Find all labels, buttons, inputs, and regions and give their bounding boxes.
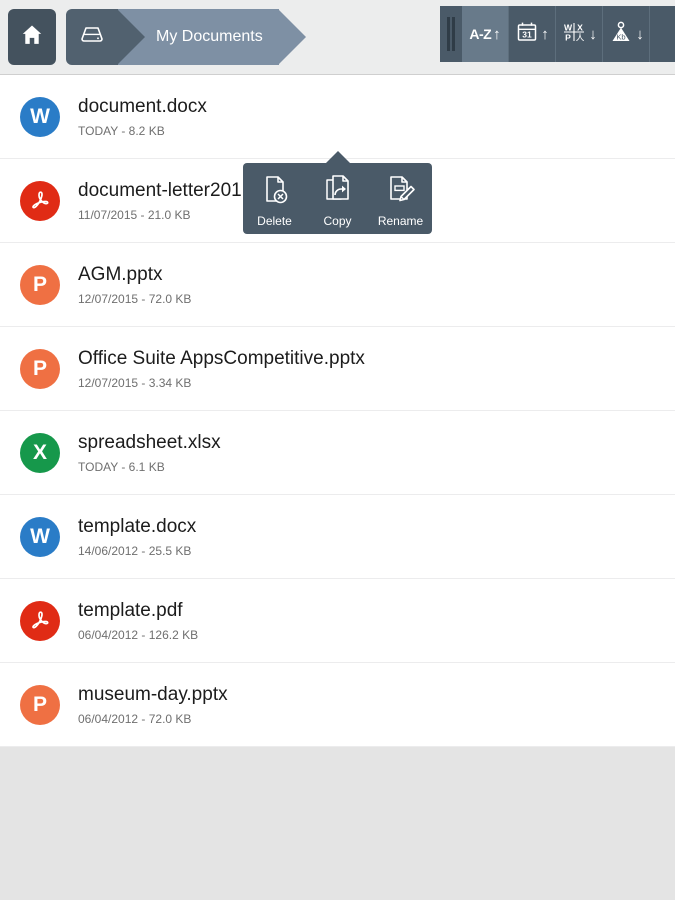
weight-size-icon: Kb [608,20,634,49]
file-item-text: Office Suite AppsCompetitive.pptx 12/07/2… [78,347,365,390]
sort-toolbar: A-Z ↑ 31 ↑ W X P 人 ↓ Kb ↓ [440,6,675,62]
breadcrumb-item-drive[interactable] [66,9,145,65]
drag-handle-icon[interactable] [440,6,462,62]
file-item-text: template.pdf 06/04/2012 - 126.2 KB [78,599,198,642]
file-item-text: spreadsheet.xlsx TODAY - 6.1 KB [78,431,221,474]
file-meta: 11/07/2015 - 21.0 KB [78,207,191,222]
svg-text:人: 人 [576,32,585,42]
calendar-icon: 31 [515,20,539,49]
svg-text:P: P [565,32,571,42]
file-name: spreadsheet.xlsx [78,432,221,454]
context-menu-item-copy[interactable]: Copy [306,173,369,228]
file-item-text: document-letter201 11/07/2015 - 21.0 KB [78,179,242,222]
powerpoint-file-icon: P [20,684,60,725]
file-name: museum-day.pptx [78,684,228,706]
file-item-text: document.docx TODAY - 8.2 KB [78,95,207,138]
file-copy-icon [322,173,354,210]
file-name: Office Suite AppsCompetitive.pptx [78,348,365,370]
file-delete-icon [259,173,291,210]
file-list-item[interactable]: Wdocument.docx TODAY - 8.2 KB [0,75,675,159]
home-icon [19,22,45,53]
file-name: document-letter201 [78,180,242,202]
drag-handle-bars [447,17,455,51]
file-meta: 14/06/2012 - 25.5 KB [78,543,192,558]
file-list-item[interactable]: P Office Suite AppsCompetitive.pptx 12/07/… [0,327,675,411]
sort-by-name-label: A-Z [469,26,492,42]
svg-text:X: X [577,22,583,32]
svg-text:Kb: Kb [617,32,626,41]
context-menu-label-delete: Delete [257,214,292,228]
excel-file-icon: X [20,432,60,473]
file-list-item[interactable]: Pmuseum-day.pptx 06/04/2012 - 72.0 KB [0,663,675,747]
file-meta: 12/07/2015 - 3.34 KB [78,375,192,390]
sort-ascending-arrow-icon: ↑ [541,25,549,43]
top-bar: My Documents A-Z ↑ 31 ↑ W X P 人 ↓ Kb ↓ [0,0,675,75]
context-menu-item-delete[interactable]: Delete [243,173,306,228]
file-name: document.docx [78,96,207,118]
breadcrumb-current-label: My Documents [156,28,263,45]
pdf-file-icon [20,180,60,221]
powerpoint-file-icon: P [20,264,60,305]
home-button[interactable] [8,9,56,65]
file-list-item[interactable]: Xspreadsheet.xlsx TODAY - 6.1 KB [0,411,675,495]
file-name: template.pdf [78,600,183,622]
file-item-text: template.docx 14/06/2012 - 25.5 KB [78,515,196,558]
file-name: AGM.pptx [78,264,163,286]
file-meta: TODAY - 8.2 KB [78,123,165,138]
file-meta: 12/07/2015 - 72.0 KB [78,291,192,306]
breadcrumb: My Documents [66,9,306,65]
file-item-text: AGM.pptx 12/07/2015 - 72.0 KB [78,263,191,306]
sort-by-size-button[interactable]: Kb ↓ [603,6,650,62]
sort-ascending-arrow-icon: ↑ [493,25,501,43]
word-file-icon: W [20,96,60,137]
toolbar-end-spacer [650,6,675,62]
file-list-item[interactable]: template.pdf 06/04/2012 - 126.2 KB [0,579,675,663]
context-menu-label-copy: Copy [323,214,352,228]
file-rename-icon [385,173,417,210]
sort-by-type-button[interactable]: W X P 人 ↓ [556,6,603,62]
file-type-icon: W X P 人 [561,20,587,49]
storage-drive-icon [77,22,107,53]
sort-by-date-button[interactable]: 31 ↑ [509,6,556,62]
file-list-item[interactable]: P AGM.pptx 12/07/2015 - 72.0 KB [0,243,675,327]
context-menu-label-rename: Rename [377,214,424,228]
svg-text:31: 31 [523,29,533,39]
svg-text:W: W [564,22,573,32]
powerpoint-file-icon: P [20,348,60,389]
sort-by-name-button[interactable]: A-Z ↑ [462,6,509,62]
word-file-icon: W [20,516,60,557]
file-meta: 06/04/2012 - 126.2 KB [78,627,199,642]
context-menu: Delete Copy Rename [243,151,432,234]
file-item-text: museum-day.pptx 06/04/2012 - 72.0 KB [78,683,228,726]
file-list-item[interactable]: Wtemplate.docx 14/06/2012 - 25.5 KB [0,495,675,579]
file-name: template.docx [78,516,197,538]
pdf-file-icon [20,600,60,641]
sort-descending-arrow-icon: ↓ [589,25,597,43]
sort-descending-arrow-icon: ↓ [636,25,644,43]
file-meta: 06/04/2012 - 72.0 KB [78,711,192,726]
context-menu-item-rename[interactable]: Rename [369,173,432,228]
file-meta: TODAY - 6.1 KB [78,459,165,474]
